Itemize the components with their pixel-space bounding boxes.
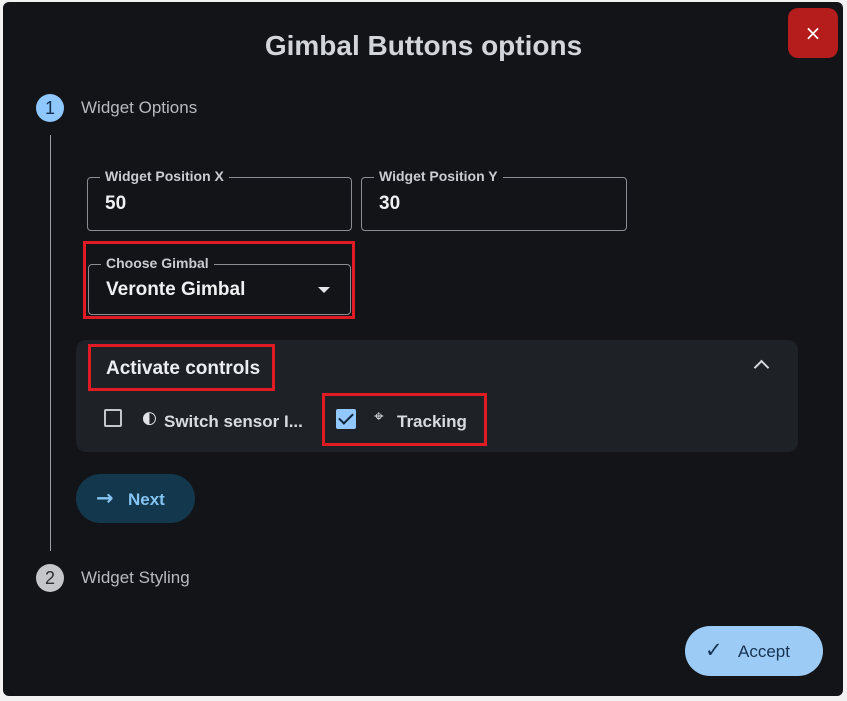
dialog-title: Gimbal Buttons options (264, 30, 583, 61)
switch-sensor-checkbox[interactable] (104, 409, 122, 427)
check-icon: ✓ (705, 638, 723, 662)
widget-position-x-input[interactable]: 50 (105, 193, 126, 215)
contrast-icon: ◐ (142, 408, 157, 428)
widget-position-y-input[interactable]: 30 (379, 193, 400, 215)
widget-position-y-field[interactable]: Widget Position Y 30 (361, 168, 627, 231)
highlight-activate-controls (88, 344, 275, 391)
arrow-right-icon: → (96, 486, 114, 510)
widget-position-x-label: Widget Position X (100, 168, 229, 184)
highlight-choose-gimbal (83, 241, 355, 319)
next-button[interactable]: → Next (76, 474, 195, 523)
switch-sensor-label[interactable]: Switch sensor I... (164, 412, 303, 432)
step-1-indicator[interactable]: 1 (36, 94, 64, 122)
step-connector-line (50, 135, 51, 551)
step-1-label[interactable]: Widget Options (81, 98, 197, 118)
widget-position-x-field[interactable]: Widget Position X 50 (87, 168, 352, 231)
step-2-label[interactable]: Widget Styling (81, 568, 190, 588)
widget-position-y-label: Widget Position Y (374, 168, 503, 184)
step-2-indicator[interactable]: 2 (36, 564, 64, 592)
accept-button[interactable]: ✓ Accept (685, 626, 823, 676)
highlight-tracking (322, 393, 487, 446)
next-button-label: Next (128, 490, 165, 509)
accept-button-label: Accept (738, 642, 790, 661)
chevron-up-icon[interactable] (753, 359, 770, 376)
